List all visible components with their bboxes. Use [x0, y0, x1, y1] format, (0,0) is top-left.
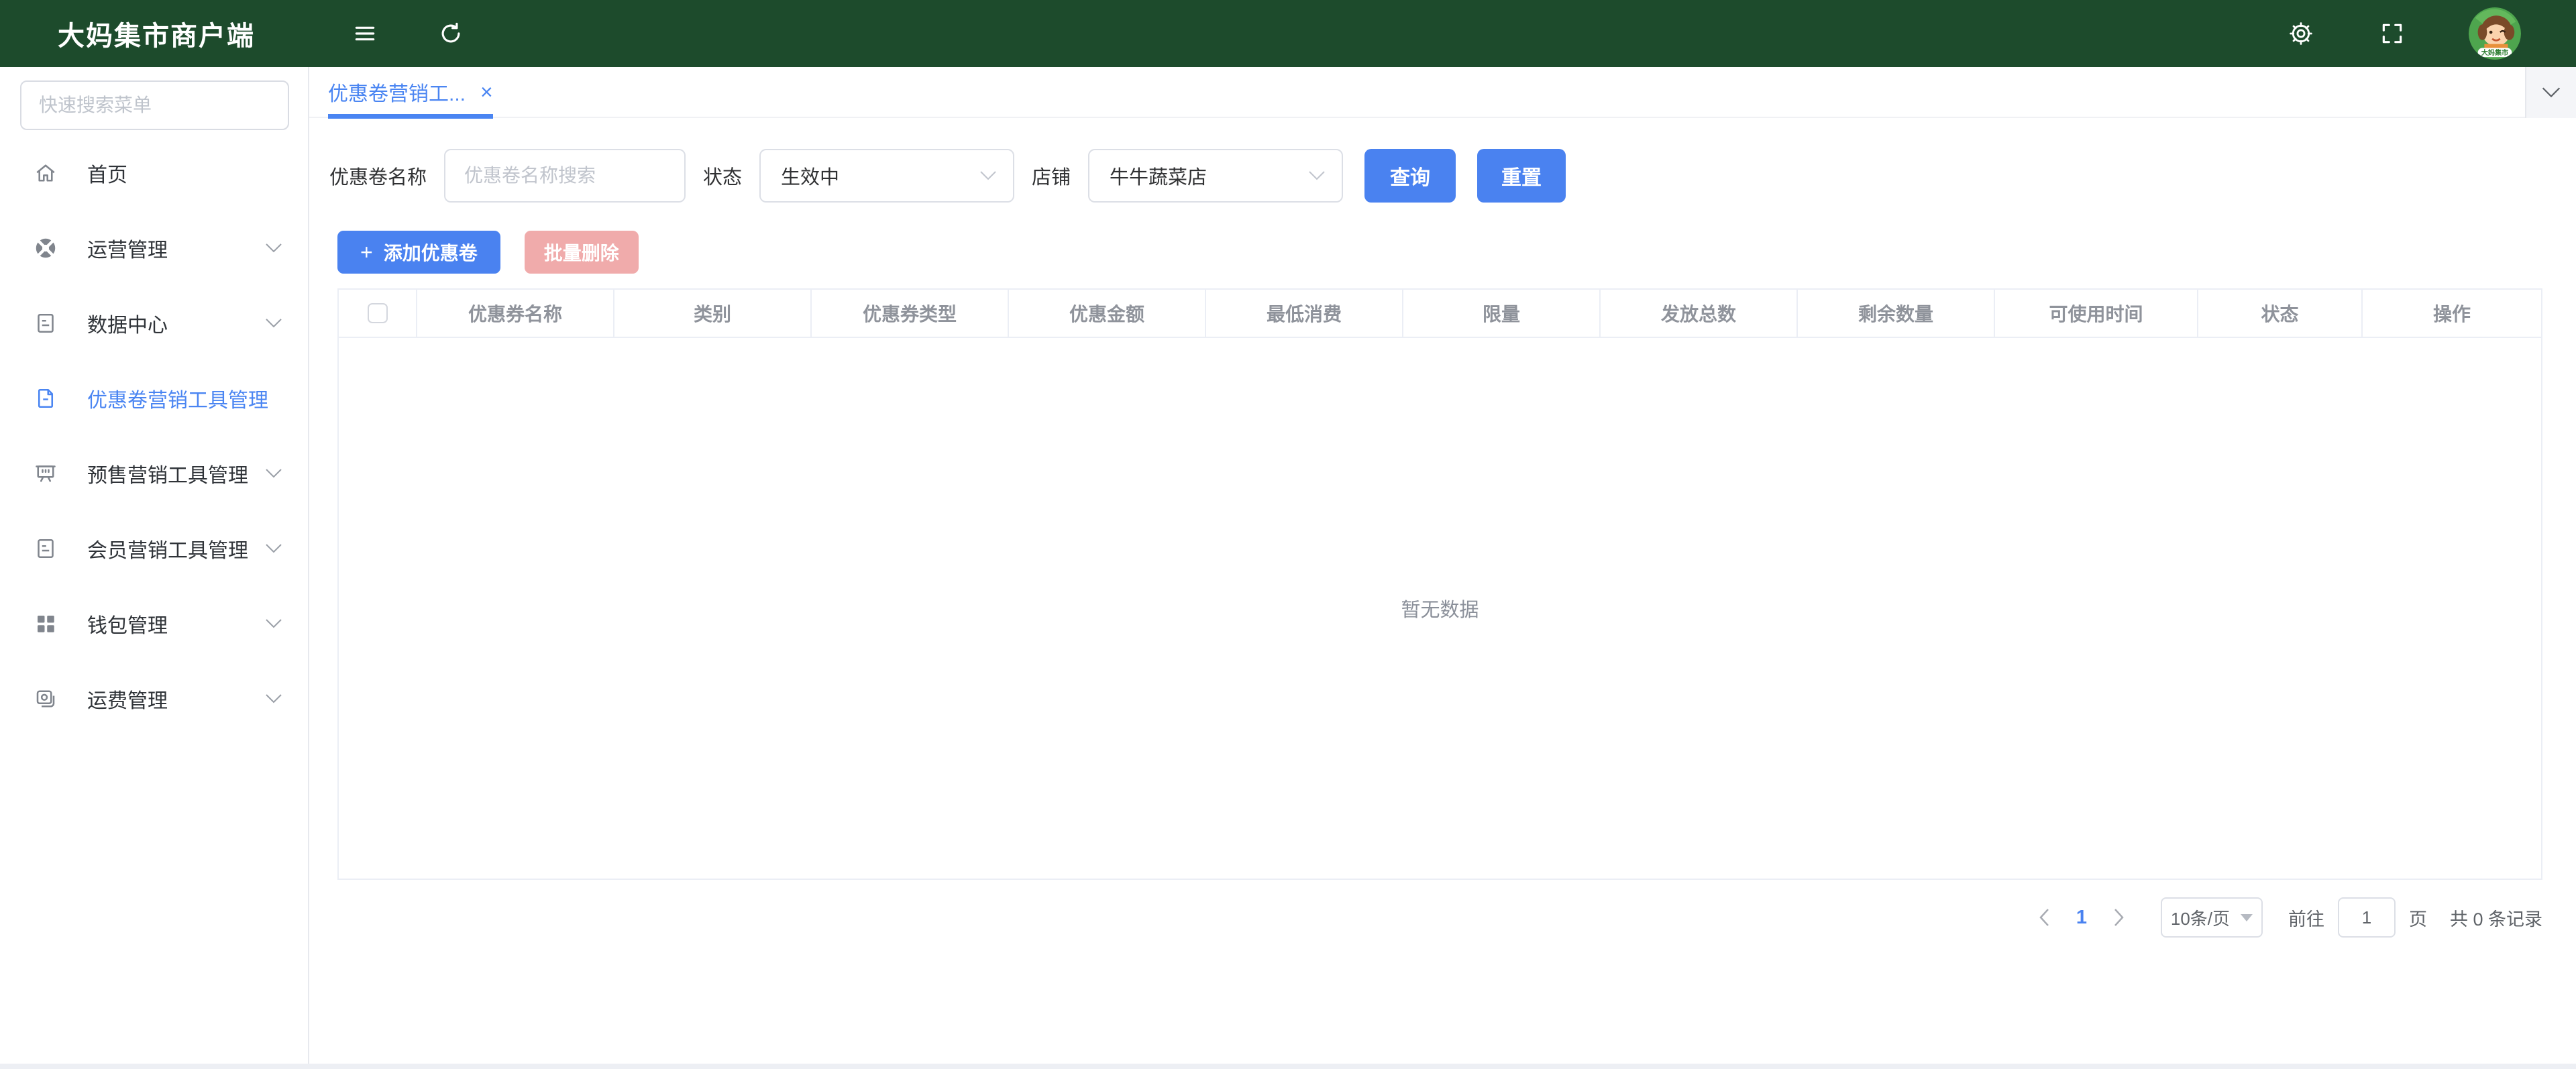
chevron-down-icon	[979, 170, 997, 181]
chevron-down-icon	[265, 243, 282, 254]
operations-wheel-icon	[34, 236, 58, 260]
shop-label: 店铺	[1032, 162, 1071, 190]
chevron-down-icon	[265, 618, 282, 629]
col-header-status: 状态	[2198, 290, 2363, 337]
page-unit-label: 页	[2409, 905, 2427, 931]
col-header-discount-amount: 优惠金额	[1009, 290, 1206, 337]
sidebar-item-label: 运营管理	[87, 233, 168, 263]
sidebar: 首页 运营管理	[0, 67, 309, 1064]
sidebar-item-wallet[interactable]: 钱包管理	[0, 586, 308, 661]
coupon-file-icon	[34, 386, 58, 410]
search-button[interactable]: 查询	[1364, 149, 1456, 203]
topbar-right: 大妈集市	[2286, 7, 2521, 60]
grid-icon	[34, 612, 58, 636]
app-window: 大妈集市商户端	[0, 0, 2576, 1064]
action-toolbar: + 添加优惠卷 批量删除	[337, 231, 2542, 274]
settings-gear-icon[interactable]	[2286, 19, 2316, 48]
tab-coupon-tools[interactable]: 优惠卷营销工... ×	[328, 66, 493, 117]
shop-select-value: 牛牛蔬菜店	[1110, 162, 1207, 190]
reset-button[interactable]: 重置	[1477, 149, 1566, 203]
tab-close-icon[interactable]: ×	[480, 81, 493, 103]
coupon-table: 优惠券名称 类别 优惠券类型 优惠金额 最低消费 限量 发放总数 剩余数量 可使…	[337, 288, 2542, 880]
status-select[interactable]: 生效中	[759, 149, 1014, 203]
next-page-button[interactable]	[2104, 903, 2134, 932]
filter-toolbar: 优惠卷名称 状态 生效中 店铺 牛牛蔬菜店 查询 重置	[329, 149, 2542, 203]
avatar-brand-text: 大妈集市	[2481, 48, 2509, 57]
app-title: 大妈集市商户端	[58, 14, 255, 53]
col-header-limit: 限量	[1403, 290, 1601, 337]
col-header-min-spend: 最低消费	[1206, 290, 1403, 337]
sidebar-item-label: 预售营销工具管理	[87, 459, 248, 488]
chevron-down-icon	[265, 543, 282, 554]
empty-state-text: 暂无数据	[1401, 594, 1479, 622]
sidebar-item-label: 优惠卷营销工具管理	[87, 384, 268, 413]
sidebar-item-operations[interactable]: 运营管理	[0, 211, 308, 286]
select-all-cell	[339, 290, 417, 337]
tab-label: 优惠卷营销工...	[328, 77, 466, 107]
select-all-checkbox[interactable]	[368, 303, 388, 323]
chevron-down-icon	[1308, 170, 1326, 181]
sidebar-item-home[interactable]: 首页	[0, 135, 308, 211]
chevron-down-icon	[2541, 87, 2561, 99]
home-icon	[34, 161, 58, 185]
sidebar-item-label: 钱包管理	[87, 609, 168, 638]
tab-active-underline	[328, 114, 493, 119]
sidebar-item-coupon-tools[interactable]: 优惠卷营销工具管理	[0, 361, 308, 436]
page-number-1[interactable]: 1	[2076, 907, 2087, 929]
col-header-total-issued: 发放总数	[1601, 290, 1798, 337]
goto-label: 前往	[2288, 905, 2324, 931]
refresh-icon[interactable]	[436, 19, 466, 48]
main-content: 优惠卷营销工... × 优惠卷名称 状态 生效中	[309, 67, 2576, 1064]
sidebar-item-label: 运费管理	[87, 684, 168, 714]
chevron-down-icon	[265, 318, 282, 329]
sidebar-item-presale-tools[interactable]: 预售营销工具管理	[0, 436, 308, 511]
coupon-name-label: 优惠卷名称	[329, 162, 427, 190]
page-size-value: 10条/页	[2171, 905, 2230, 930]
plus-icon: +	[360, 241, 373, 263]
user-avatar[interactable]: 大妈集市	[2469, 7, 2521, 60]
coupon-name-input[interactable]	[444, 149, 686, 203]
document-icon	[34, 537, 58, 561]
goto-page-input[interactable]	[2338, 897, 2396, 938]
sidebar-item-label: 首页	[87, 158, 127, 188]
sidebar-item-label: 数据中心	[87, 308, 168, 338]
batch-delete-button[interactable]: 批量删除	[525, 231, 639, 274]
status-label: 状态	[703, 162, 742, 190]
col-header-remaining: 剩余数量	[1798, 290, 1995, 337]
topbar: 大妈集市商户端	[0, 0, 2576, 67]
col-header-coupon-name: 优惠券名称	[417, 290, 614, 337]
tab-bar: 优惠卷营销工... ×	[309, 67, 2576, 118]
menu-search-input[interactable]	[20, 80, 289, 130]
col-header-category: 类别	[614, 290, 812, 337]
chevron-down-icon	[265, 468, 282, 479]
caret-down-icon	[2241, 914, 2253, 921]
cash-icon	[34, 687, 58, 711]
total-records-text: 共 0 条记录	[2450, 905, 2542, 931]
sidebar-item-freight[interactable]: 运费管理	[0, 661, 308, 736]
chevron-down-icon	[265, 693, 282, 704]
document-icon	[34, 311, 58, 335]
sidebar-menu: 首页 运营管理	[0, 135, 308, 736]
collapse-sidebar-icon[interactable]	[350, 19, 380, 48]
shop-select[interactable]: 牛牛蔬菜店	[1088, 149, 1343, 203]
tab-list-dropdown-button[interactable]	[2525, 67, 2576, 118]
sidebar-item-member-tools[interactable]: 会员营销工具管理	[0, 511, 308, 586]
sidebar-item-label: 会员营销工具管理	[87, 534, 248, 563]
col-header-coupon-type: 优惠券类型	[812, 290, 1009, 337]
presentation-board-icon	[34, 461, 58, 486]
fullscreen-icon[interactable]	[2377, 19, 2407, 48]
col-header-usable-time: 可使用时间	[1995, 290, 2198, 337]
pagination: 1 10条/页 前往 页 共 0 条记录	[337, 897, 2542, 938]
col-header-actions: 操作	[2363, 290, 2541, 337]
table-body: 暂无数据	[339, 338, 2541, 879]
add-coupon-button[interactable]: + 添加优惠卷	[337, 231, 500, 274]
table-header-row: 优惠券名称 类别 优惠券类型 优惠金额 最低消费 限量 发放总数 剩余数量 可使…	[339, 290, 2541, 338]
prev-page-button[interactable]	[2029, 903, 2059, 932]
status-select-value: 生效中	[781, 162, 839, 190]
sidebar-item-data-center[interactable]: 数据中心	[0, 286, 308, 361]
page-size-select[interactable]: 10条/页	[2161, 897, 2263, 938]
